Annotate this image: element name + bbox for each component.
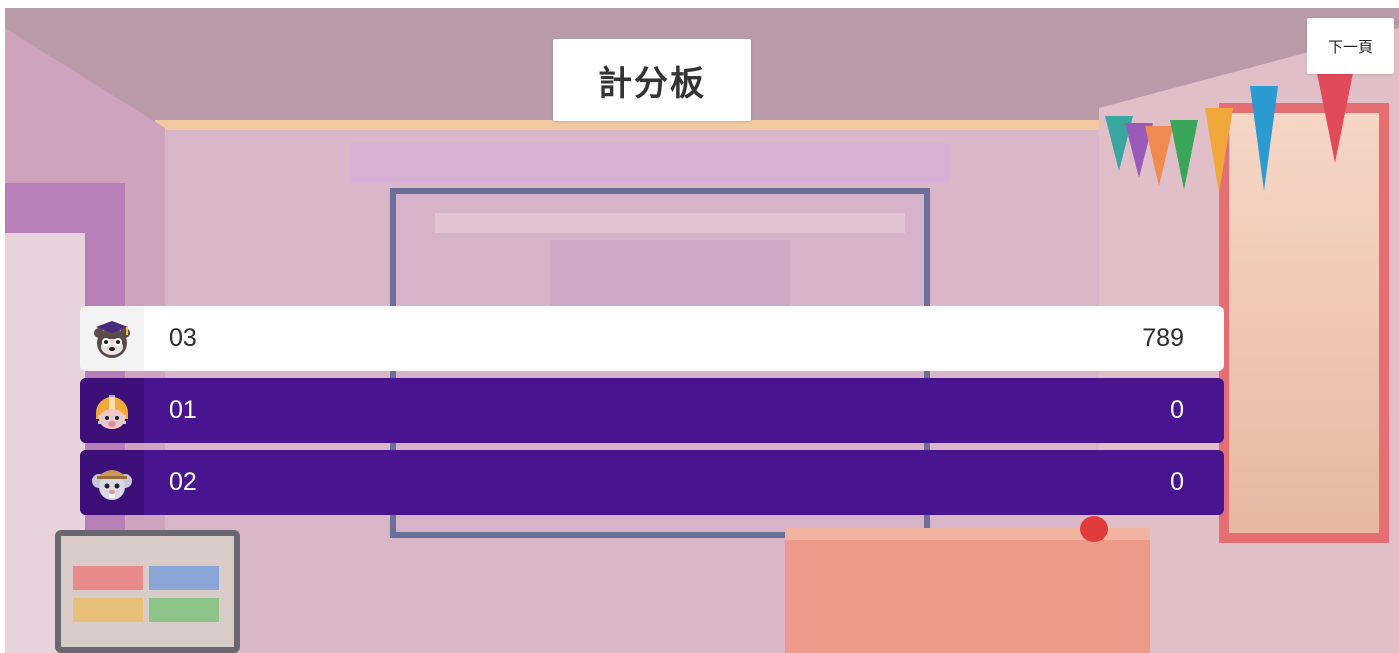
raccoon-graduate-icon [80,306,144,371]
mouse-explorer-icon [80,450,144,515]
player-score: 0 [1170,468,1184,496]
leaderboard-row: 02 0 [80,450,1224,515]
next-page-button[interactable]: 下一頁 [1307,18,1394,74]
scoreboard-title-box: 計分板 [553,39,751,121]
player-name: 02 [169,468,197,496]
player-score: 789 [1142,324,1184,352]
leaderboard: 03 789 01 0 02 0 [80,306,1224,522]
leaderboard-row: 01 0 [80,378,1224,443]
player-name: 01 [169,396,197,424]
football-helmet-pig-icon [80,378,144,443]
player-score: 0 [1170,396,1184,424]
player-name: 03 [169,324,197,352]
page-title: 計分板 [598,63,706,104]
leaderboard-row: 03 789 [80,306,1224,371]
